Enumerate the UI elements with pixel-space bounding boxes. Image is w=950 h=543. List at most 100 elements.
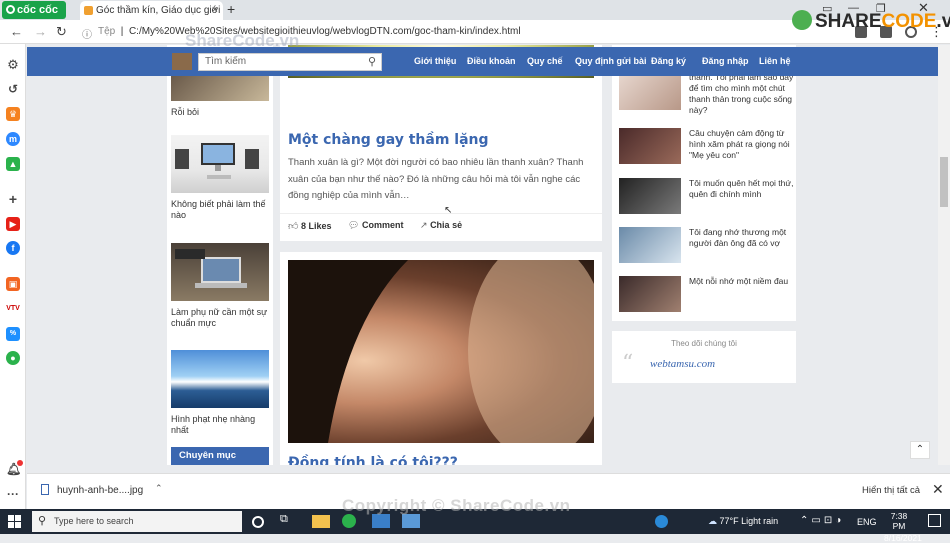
share-button[interactable]: ↗ Chia sẻ [420, 220, 462, 231]
nav-item-rules[interactable]: Quy chế [527, 56, 563, 66]
left-post-1[interactable]: Không biết phải làm thế nào [171, 135, 269, 221]
clock[interactable]: 7:38 PM 8/16/2021 [884, 511, 922, 543]
post-thumbnail [619, 276, 681, 312]
comment-button[interactable]: 💬︎ Comment [348, 220, 403, 231]
windows-start-icon[interactable] [8, 515, 21, 528]
watermark-top: ShareCode.vn [185, 31, 300, 50]
site-navbar: Tìm kiếm ⚲ Giới thiệu Điều khoản Quy chế … [27, 47, 938, 76]
browser-logo[interactable]: cốc cốc [2, 1, 66, 19]
nav-item-login[interactable]: Đăng nhập [702, 56, 749, 66]
settings-icon[interactable]: ⚙ [6, 58, 20, 72]
crown-icon[interactable]: ♛ [6, 107, 20, 121]
right-post-1[interactable]: Câu chuyện cảm động từ hình xăm phát ra … [619, 128, 797, 168]
youtube-icon[interactable]: ▶ [6, 217, 20, 231]
right-post-3[interactable]: Tôi đang nhớ thương một người đàn ông đã… [619, 227, 797, 267]
add-icon[interactable]: + [6, 192, 20, 206]
voucher-icon[interactable]: % [6, 327, 20, 341]
post-title[interactable]: Một chàng gay thầm lặng [288, 132, 489, 148]
page-scrollbar[interactable] [938, 45, 950, 465]
post-thumbnail [619, 72, 681, 110]
comment-label: Comment [361, 220, 404, 230]
new-tab-button[interactable]: + [227, 1, 235, 17]
search-placeholder: Tìm kiếm [205, 56, 247, 67]
category-button[interactable]: Chuyên mục [171, 447, 269, 465]
gamepad-icon[interactable]: ▲ [6, 157, 20, 171]
nav-item-terms[interactable]: Điều khoản [467, 56, 516, 66]
show-all-link[interactable]: Hiển thị tất cả [862, 485, 920, 496]
search-icon[interactable]: ⚲ [368, 55, 376, 68]
close-download-bar-icon[interactable]: ✕ [932, 481, 944, 498]
site-logo[interactable] [172, 53, 192, 70]
post-excerpt: Thanh xuân là gì? Một đời người có bao n… [288, 157, 584, 201]
right-post-0[interactable]: thành. Tôi phải làm sao đây để tìm cho m… [619, 72, 797, 115]
share-icon: ↗ [420, 220, 428, 230]
history-icon[interactable]: ↺ [6, 82, 20, 96]
task-view-icon[interactable]: ⧉ [280, 513, 298, 529]
clock-date: 8/16/2021 [884, 533, 922, 543]
shopping-icon[interactable]: ▣ [6, 277, 20, 291]
taskbar-search-input[interactable]: ⚲ Type here to search [32, 511, 242, 532]
post-title[interactable]: Đồng tính là có tội??? [288, 455, 458, 465]
more-icon[interactable]: ··· [6, 487, 20, 501]
app-icon[interactable] [372, 514, 390, 528]
follow-link[interactable]: webtamsu.com [650, 358, 715, 370]
quote-icon: “ [622, 351, 634, 376]
taskbar-search-placeholder: Type here to search [54, 516, 134, 526]
cortana-icon[interactable] [252, 516, 264, 528]
divider [280, 213, 602, 214]
messenger-icon[interactable]: m [6, 132, 20, 146]
nav-item-contact[interactable]: Liên hệ [759, 56, 791, 66]
logo-code: CODE [881, 11, 937, 32]
back-icon[interactable]: ← [10, 24, 23, 39]
search-icon: ⚲ [38, 515, 47, 527]
right-post-title: Một nỗi nhớ một niềm đau [689, 276, 789, 286]
post-thumbnail [171, 76, 269, 101]
post-thumbnail [619, 128, 681, 164]
vtv-icon[interactable]: VTV [6, 302, 20, 316]
nav-item-register[interactable]: Đăng ký [651, 56, 686, 66]
post-thumbnail [171, 135, 269, 193]
web-page: Rỗi bỏi Không biết phải làm thế nào Làm … [27, 45, 938, 465]
site-search-input[interactable]: Tìm kiếm ⚲ [198, 53, 382, 71]
mouse-cursor-icon: ↖ [444, 205, 453, 216]
logo-vn: .vn [936, 11, 950, 32]
browser-brand: cốc cốc [17, 4, 58, 16]
notification-center-icon[interactable] [928, 514, 941, 527]
nav-item-about[interactable]: Giới thiệu [414, 56, 456, 66]
likes-count: 8 Likes [300, 221, 332, 231]
left-post-2[interactable]: Làm phụ nữ cần một sự chuẩn mực [171, 243, 269, 329]
chevron-up-icon[interactable]: ⌃ [155, 483, 163, 494]
ball-icon[interactable]: ● [6, 351, 20, 365]
sharecode-logo: SHARECODE.vn [792, 10, 950, 33]
file-icon [41, 484, 49, 495]
left-post-3[interactable]: Hình phạt nhẹ nhàng nhất [171, 350, 269, 436]
tray-icons[interactable]: ⌃▭⊡◑ [800, 515, 844, 526]
tab-title: Góc thầm kín, Giáo dục giới [96, 5, 221, 16]
language-indicator[interactable]: ENG [857, 517, 877, 527]
coccoc-taskbar-icon[interactable] [342, 514, 356, 528]
weather-text: 77°F Light rain [719, 516, 779, 526]
right-post-2[interactable]: Tôi muốn quên hết mọi thứ, quên đi chính… [619, 178, 797, 218]
reload-icon[interactable]: ↻ [56, 24, 67, 40]
forward-icon[interactable]: → [34, 24, 47, 39]
browser-tab[interactable]: Góc thầm kín, Giáo dục giới × [80, 1, 223, 20]
url-field[interactable]: Tệp | C:/My%20Web%20Sites/websitegioithi… [98, 26, 521, 37]
post-caption: Hình phạt nhẹ nhàng nhất [171, 414, 256, 435]
help-icon[interactable] [655, 515, 668, 528]
info-icon[interactable]: ⓘ [82, 26, 92, 41]
app-icon[interactable] [402, 514, 420, 528]
file-explorer-icon[interactable] [312, 515, 330, 528]
post-thumbnail [171, 350, 269, 408]
download-file[interactable]: huynh-anh-be....jpg [57, 485, 143, 496]
like-button[interactable]: 👍︎ 8 Likes [288, 220, 332, 232]
post-caption: Làm phụ nữ cần một sự chuẩn mực [171, 307, 268, 328]
left-post-0[interactable]: Rỗi bỏi [171, 76, 269, 118]
nav-item-submit-rules[interactable]: Quy định gửi bài [575, 56, 647, 66]
weather[interactable]: ☁ 77°F Light rain [708, 516, 778, 527]
facebook-icon[interactable]: f [6, 241, 20, 255]
close-tab-icon[interactable]: × [212, 4, 218, 16]
post-image[interactable] [288, 260, 594, 443]
scrollbar-thumb[interactable] [940, 157, 948, 207]
scroll-top-button[interactable]: ⌃ [910, 441, 930, 459]
right-post-4[interactable]: Một nỗi nhớ một niềm đau [619, 276, 797, 316]
